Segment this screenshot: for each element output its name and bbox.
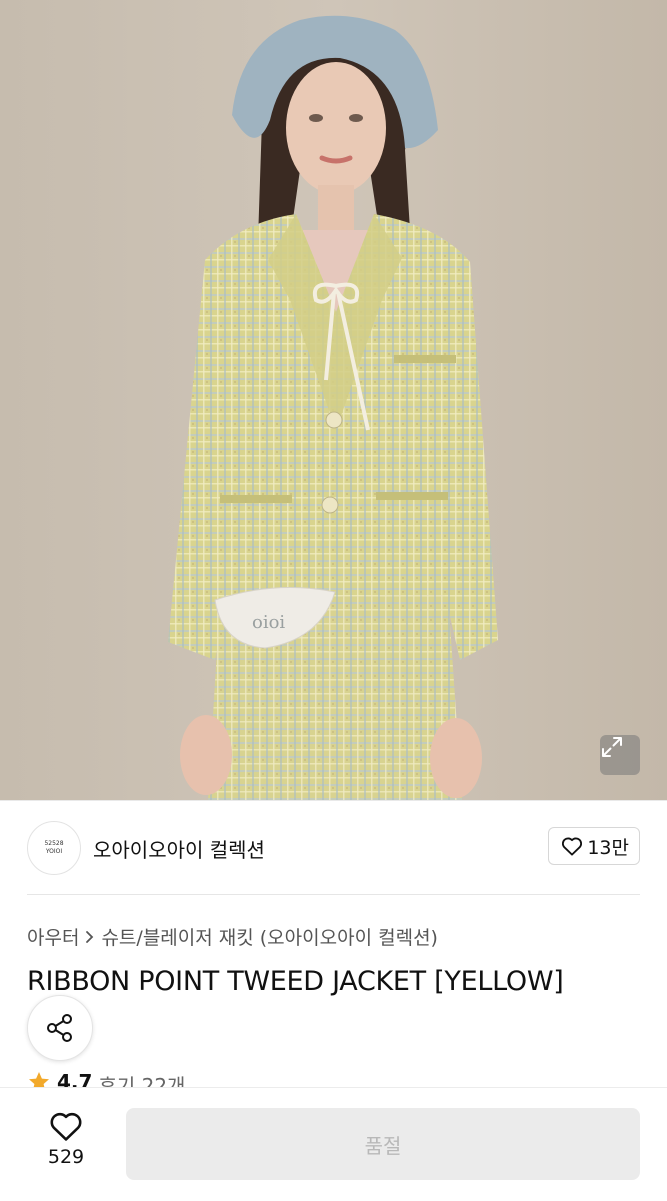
review-count: 후기 22개: [98, 1074, 186, 1088]
breadcrumb-category[interactable]: 아우터: [27, 923, 79, 950]
brand-like-count: 13만: [587, 836, 629, 859]
brand-like-button[interactable]: 13만: [548, 827, 640, 865]
svg-text:oioi: oioi: [252, 612, 285, 633]
rating-score: 4.7: [57, 1070, 93, 1088]
star-icon: [29, 1072, 49, 1088]
brand-logo-line2: YOIOI: [45, 848, 63, 855]
heart-outline-icon: [50, 1112, 82, 1141]
rating-row[interactable]: 4.7 후기 22개: [27, 1070, 185, 1088]
expand-icon: [602, 737, 622, 757]
bottom-action-bar: 529 품절: [0, 1087, 667, 1201]
expand-image-button[interactable]: [600, 735, 640, 775]
brand-logo[interactable]: 52528 YOIOI: [27, 821, 81, 875]
image-divider: [0, 800, 667, 801]
share-button[interactable]: [27, 995, 93, 1061]
product-photo-illustration: oioi: [0, 0, 667, 800]
brand-name[interactable]: 오아이오아이 컬렉션: [93, 834, 265, 863]
chevron-right-icon: [86, 930, 94, 943]
section-divider: [27, 894, 640, 895]
breadcrumb-subcategory[interactable]: 슈트/블레이저 재킷 (오아이오아이 컬렉션): [101, 923, 438, 950]
product-title: RIBBON POINT TWEED JACKET [YELLOW]: [27, 966, 564, 997]
sold-out-button[interactable]: 품절: [126, 1108, 640, 1180]
brand-logo-line1: 52528: [44, 840, 64, 847]
heart-outline-icon: [562, 837, 583, 856]
brand-row: 52528 YOIOI 오아이오아이 컬렉션 13만: [27, 821, 640, 875]
wishlist-button[interactable]: 529: [30, 1110, 102, 1180]
wishlist-count: 529: [47, 1146, 85, 1168]
breadcrumb: 아우터 슈트/블레이저 재킷 (오아이오아이 컬렉션): [27, 923, 438, 950]
share-icon: [47, 1014, 72, 1042]
product-image[interactable]: oioi: [0, 0, 667, 800]
